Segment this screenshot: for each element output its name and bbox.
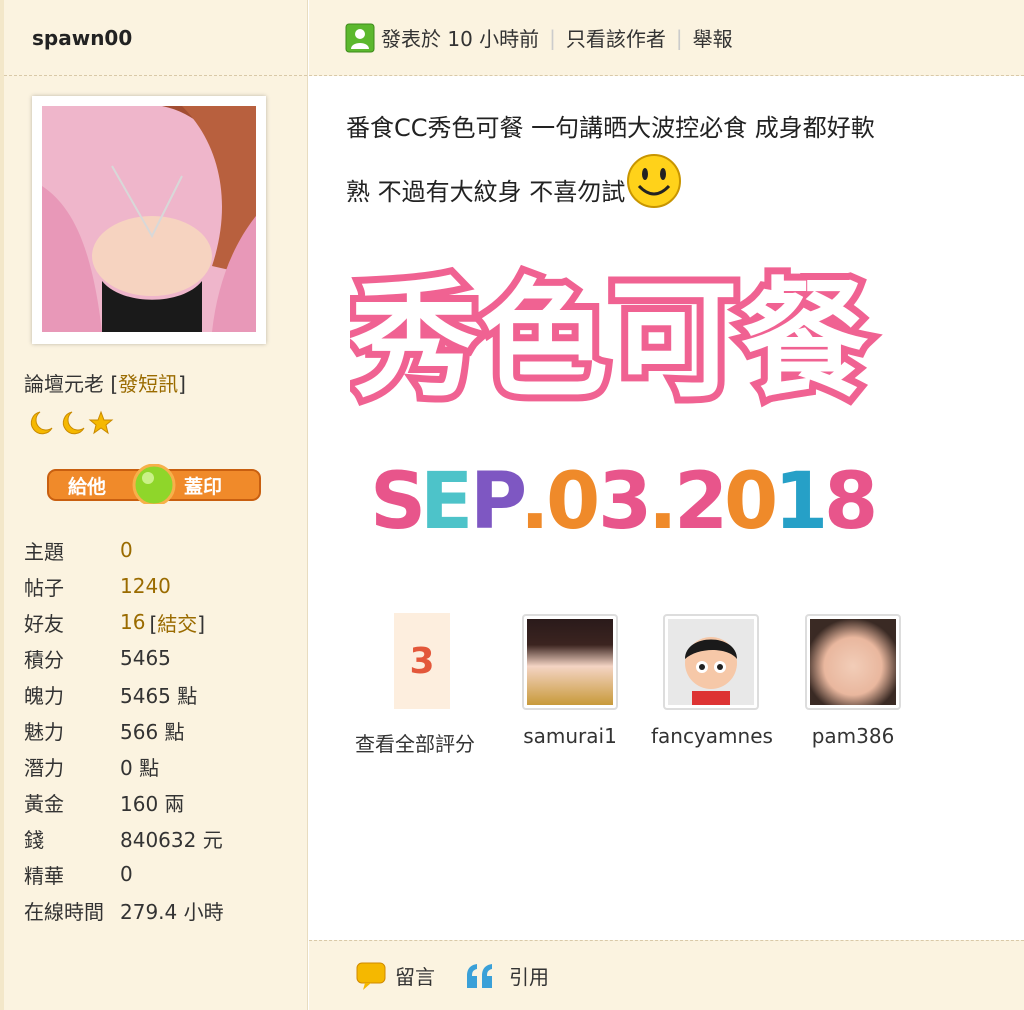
banner-title-text: 秀色可餐 — [350, 266, 870, 415]
rater-avatar[interactable] — [805, 614, 901, 710]
member-stats: 主題 0 帖子 1240 好友 16 [結交] 積分 5465 魄力 5465 … — [24, 532, 224, 928]
stamp-left-label: 給他 — [68, 476, 107, 498]
svg-text:S: S — [370, 457, 426, 542]
svg-text:0: 0 — [546, 457, 600, 542]
stat-value[interactable]: 0 — [120, 538, 133, 562]
svg-text:1: 1 — [774, 457, 828, 542]
rater-item[interactable]: samurai1 — [510, 614, 630, 748]
author-header: spawn00 — [4, 0, 307, 76]
rank-label: 論壇元老 — [24, 372, 104, 396]
svg-text:0: 0 — [724, 457, 778, 542]
stat-label: 魅力 — [24, 719, 64, 744]
stat-label: 魄力 — [24, 683, 64, 708]
stat-value: 5465 — [120, 646, 171, 670]
rank-stars — [24, 410, 114, 436]
stat-row: 黃金 160 兩 — [24, 784, 224, 820]
comment-icon — [356, 962, 386, 990]
post-meta-bar: 發表於 10 小時前 | 只看該作者 | 舉報 — [309, 0, 1024, 76]
stat-row: 帖子 1240 — [24, 568, 224, 604]
post-actions-bar: 留言 引用 — [309, 940, 1024, 1010]
stat-row: 在線時間 279.4 小時 — [24, 892, 224, 928]
divider: | — [675, 25, 683, 50]
stat-label: 潛力 — [24, 755, 64, 780]
smiley-icon — [627, 154, 682, 208]
comment-label: 留言 — [395, 965, 435, 989]
rater-name[interactable]: samurai1 — [510, 724, 630, 748]
rater-item[interactable]: pam386 — [793, 614, 913, 748]
post-line: 熟 不過有大紋身 不喜勿試 — [346, 178, 626, 206]
stat-value: 840632 元 — [120, 827, 223, 852]
stat-row: 潛力 0 點 — [24, 748, 224, 784]
avatar-image — [42, 106, 256, 332]
svg-text:2: 2 — [674, 457, 728, 542]
divider: | — [549, 25, 556, 50]
avatar[interactable] — [32, 96, 266, 344]
moon-icon — [62, 411, 85, 435]
stat-value: 0 點 — [120, 755, 160, 780]
star-icon — [88, 410, 114, 435]
quote-label: 引用 — [509, 965, 549, 989]
user-status-icon — [345, 23, 375, 52]
stat-row: 積分 5465 — [24, 640, 224, 676]
quote-icon — [467, 963, 492, 988]
only-author-link[interactable]: 只看該作者 — [566, 23, 666, 52]
stat-value[interactable]: 16 — [120, 610, 145, 634]
banner-date-graphic: S E P . 0 3 . 2 0 1 8 SEP.03.2018 — [370, 452, 931, 547]
stat-value: 566 點 — [120, 719, 185, 744]
rater-item[interactable]: fancyamnes — [651, 614, 773, 748]
post-line-wrap: 熟 不過有大紋身 不喜勿試 — [346, 154, 996, 224]
stat-row: 錢 840632 元 — [24, 820, 224, 856]
quote-button[interactable]: 引用 — [463, 961, 549, 990]
svg-text:8: 8 — [824, 457, 878, 542]
send-pm-link[interactable]: 發短訊 — [118, 372, 178, 396]
stat-label: 帖子 — [24, 575, 64, 600]
rater-name[interactable]: fancyamnes — [651, 724, 773, 748]
stat-label: 主題 — [24, 539, 64, 564]
rater-avatar[interactable] — [663, 614, 759, 710]
rater-name[interactable]: pam386 — [793, 724, 913, 748]
stamp-button[interactable]: 給他 蓋印 — [46, 463, 262, 507]
stat-value: 0 — [120, 862, 133, 886]
view-all-ratings-link[interactable]: 查看全部評分 — [355, 728, 475, 757]
stat-row: 好友 16 [結交] — [24, 604, 224, 640]
stat-label: 黃金 — [24, 791, 64, 816]
post-line: 番食CC秀色可餐 一句講晒大波控必食 成身都好軟 — [346, 114, 875, 142]
author-name[interactable]: spawn00 — [32, 26, 132, 50]
stat-label: 積分 — [24, 647, 64, 672]
moon-icon — [30, 411, 53, 435]
stat-value: 160 兩 — [120, 791, 185, 816]
banner-title-graphic: 秀色可餐 — [342, 259, 910, 422]
rating-count[interactable]: 3 — [394, 613, 450, 709]
add-friend-link[interactable]: 結交 — [157, 612, 197, 636]
stat-row: 主題 0 — [24, 532, 224, 568]
stat-row: 精華 0 — [24, 856, 224, 892]
stat-label: 精華 — [24, 863, 64, 888]
comment-button[interactable]: 留言 — [355, 961, 435, 991]
rater-avatar[interactable] — [522, 614, 618, 710]
stat-value: 5465 點 — [120, 683, 198, 708]
add-friend-wrap: [結交] — [149, 611, 206, 636]
post-time: 發表於 10 小時前 — [381, 27, 540, 51]
stat-label: 好友 — [24, 611, 64, 636]
stat-row: 魅力 566 點 — [24, 712, 224, 748]
svg-text:P: P — [470, 457, 527, 542]
svg-text:E: E — [420, 457, 473, 542]
stat-value: 279.4 小時 — [120, 899, 224, 924]
stat-label: 在線時間 — [24, 899, 104, 924]
stat-row: 魄力 5465 點 — [24, 676, 224, 712]
stat-label: 錢 — [24, 827, 44, 852]
member-rank: 論壇元老 [發短訊] — [24, 372, 186, 396]
svg-text:3: 3 — [598, 457, 652, 542]
stat-value[interactable]: 1240 — [120, 574, 171, 598]
banner-date-text: SEP.03.2018 — [930, 452, 931, 453]
post-body: 番食CC秀色可餐 一句講晒大波控必食 成身都好軟 熟 不過有大紋身 不喜勿試 — [346, 96, 996, 224]
report-link[interactable]: 舉報 — [693, 23, 733, 52]
stamp-right-label: 蓋印 — [184, 476, 223, 498]
